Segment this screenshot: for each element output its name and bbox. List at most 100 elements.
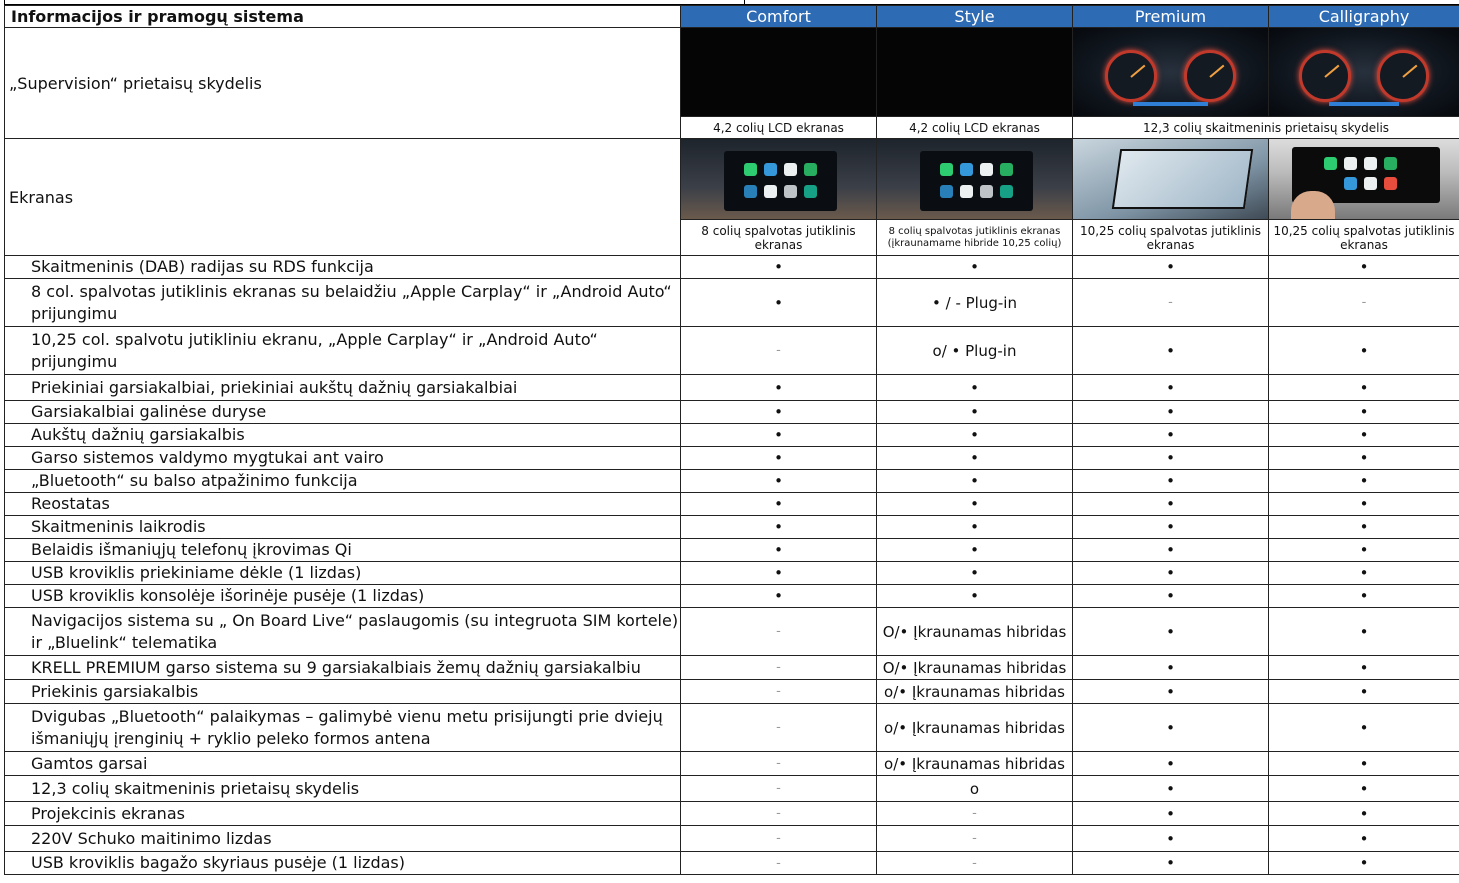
table-title: Informacijos ir pramogų sistema xyxy=(4,5,681,28)
feature-value: - xyxy=(1072,278,1269,327)
feature-name: Projekcinis ekranas xyxy=(4,801,681,826)
feature-value: • xyxy=(876,538,1073,562)
comfort-screen-image xyxy=(680,138,877,220)
feature-value: • xyxy=(876,469,1073,493)
feature-value: • xyxy=(1268,751,1459,776)
feature-value: - xyxy=(680,851,877,875)
ekranas-image-row: Ekranas xyxy=(4,138,1459,256)
feature-value: • xyxy=(1268,469,1459,493)
feature-name: 220V Schuko maitinimo lizdas xyxy=(4,825,681,852)
premium-calligraphy-cluster-caption: 12,3 colių skaitmeninis prietaisų skydel… xyxy=(1072,116,1459,139)
feature-value: • xyxy=(1072,400,1269,424)
feature-row: Skaitmeninis (DAB) radijas su RDS funkci… xyxy=(4,255,1459,279)
feature-row: KRELL PREMIUM garso sistema su 9 garsiak… xyxy=(4,655,1459,680)
feature-value: • xyxy=(680,584,877,608)
feature-value: • xyxy=(1268,655,1459,680)
feature-value: • xyxy=(1072,446,1269,470)
feature-name: Aukštų dažnių garsiakalbis xyxy=(4,423,681,447)
feature-name: Gamtos garsai xyxy=(4,751,681,776)
feature-value: • xyxy=(1072,374,1269,401)
comfort-screen-caption: 8 colių spalvotas jutiklinis ekranas xyxy=(680,219,877,256)
feature-value: o/• Įkraunamas hibridas xyxy=(876,703,1073,752)
feature-value: • xyxy=(1072,655,1269,680)
calligraphy-screen-image xyxy=(1268,138,1459,220)
feature-value: o xyxy=(876,775,1073,802)
feature-name: USB kroviklis priekiniame dėkle (1 lizda… xyxy=(4,561,681,585)
feature-value: • xyxy=(876,561,1073,585)
feature-value: • xyxy=(1072,851,1269,875)
premium-cluster-image xyxy=(1072,27,1269,117)
feature-value: • xyxy=(680,538,877,562)
feature-row: Priekinis garsiakalbis - o/• Įkraunamas hi… xyxy=(4,679,1459,704)
feature-value: • xyxy=(1268,326,1459,375)
feature-value: • xyxy=(1072,584,1269,608)
feature-value: - xyxy=(680,775,877,802)
feature-value: • xyxy=(1268,446,1459,470)
feature-name: 10,25 col. spalvotu jutikliniu ekranu, „… xyxy=(4,326,681,375)
trim-premium: Premium xyxy=(1072,5,1269,28)
feature-row: Skaitmeninis laikrodis • • • • xyxy=(4,515,1459,539)
feature-name: USB kroviklis bagažo skyriaus pusėje (1 … xyxy=(4,851,681,875)
feature-value: • / - Plug-in xyxy=(876,278,1073,327)
feature-value: - xyxy=(680,751,877,776)
spec-table: Informacijos ir pramogų sistema Comfort … xyxy=(4,5,1459,875)
feature-value: o/• Įkraunamas hibridas xyxy=(876,679,1073,704)
feature-value: - xyxy=(1268,278,1459,327)
feature-value: • xyxy=(1072,538,1269,562)
feature-value: • xyxy=(1072,326,1269,375)
feature-value: • xyxy=(680,561,877,585)
feature-row: USB kroviklis priekiniame dėkle (1 lizda… xyxy=(4,561,1459,585)
feature-value: • xyxy=(1268,607,1459,656)
feature-value: • xyxy=(1268,679,1459,704)
premium-screen-image xyxy=(1072,138,1269,220)
feature-value: • xyxy=(1072,801,1269,826)
feature-row: Aukštų dažnių garsiakalbis • • • • xyxy=(4,423,1459,447)
feature-value: • xyxy=(1072,775,1269,802)
style-screen-caption: 8 colių spalvotas jutiklinis ekranas (įk… xyxy=(876,219,1073,256)
feature-value: o/ • Plug-in xyxy=(876,326,1073,375)
style-screen-image xyxy=(876,138,1073,220)
feature-name: 12,3 colių skaitmeninis prietaisų skydel… xyxy=(4,775,681,802)
feature-value: • xyxy=(1072,515,1269,539)
calligraphy-screen-caption: 10,25 colių spalvotas jutiklinis ekranas xyxy=(1268,219,1459,256)
feature-name: Priekinis garsiakalbis xyxy=(4,679,681,704)
feature-value: • xyxy=(1072,423,1269,447)
feature-value: • xyxy=(1268,255,1459,279)
style-cluster-caption: 4,2 colių LCD ekranas xyxy=(876,116,1073,139)
feature-name: Navigacijos sistema su „ On Board Live“ … xyxy=(4,607,681,656)
feature-row: Belaidis išmaniųjų telefonų įkrovimas Qi… xyxy=(4,538,1459,562)
feature-name: 8 col. spalvotas jutiklinis ekranas su b… xyxy=(4,278,681,327)
feature-value: - xyxy=(680,703,877,752)
feature-row: Priekiniai garsiakalbiai, priekiniai auk… xyxy=(4,374,1459,401)
feature-value: - xyxy=(876,801,1073,826)
feature-name: Priekiniai garsiakalbiai, priekiniai auk… xyxy=(4,374,681,401)
feature-value: • xyxy=(1072,679,1269,704)
style-cluster-image xyxy=(876,27,1073,117)
feature-value: • xyxy=(876,423,1073,447)
feature-value: • xyxy=(1072,469,1269,493)
feature-value: • xyxy=(1268,423,1459,447)
feature-value: • xyxy=(1072,561,1269,585)
feature-value: • xyxy=(1268,515,1459,539)
feature-value: - xyxy=(680,825,877,852)
feature-value: • xyxy=(680,492,877,516)
comfort-cluster-caption: 4,2 colių LCD ekranas xyxy=(680,116,877,139)
feature-name: Garsiakalbiai galinėse duryse xyxy=(4,400,681,424)
feature-value: - xyxy=(680,326,877,375)
feature-value: • xyxy=(1268,400,1459,424)
feature-name: KRELL PREMIUM garso sistema su 9 garsiak… xyxy=(4,655,681,680)
feature-row: 220V Schuko maitinimo lizdas - - • • xyxy=(4,825,1459,852)
trim-style: Style xyxy=(876,5,1073,28)
feature-value: • xyxy=(876,255,1073,279)
feature-value: • xyxy=(876,374,1073,401)
feature-value: • xyxy=(680,446,877,470)
header-row: Informacijos ir pramogų sistema Comfort … xyxy=(4,5,1459,28)
feature-value: • xyxy=(1072,751,1269,776)
feature-value: O/• Įkraunamas hibridas xyxy=(876,607,1073,656)
feature-value: • xyxy=(680,255,877,279)
trim-comfort: Comfort xyxy=(680,5,877,28)
feature-value: • xyxy=(1268,584,1459,608)
feature-row: Garso sistemos valdymo mygtukai ant vair… xyxy=(4,446,1459,470)
trim-calligraphy: Calligraphy xyxy=(1268,5,1459,28)
feature-name: Belaidis išmaniųjų telefonų įkrovimas Qi xyxy=(4,538,681,562)
